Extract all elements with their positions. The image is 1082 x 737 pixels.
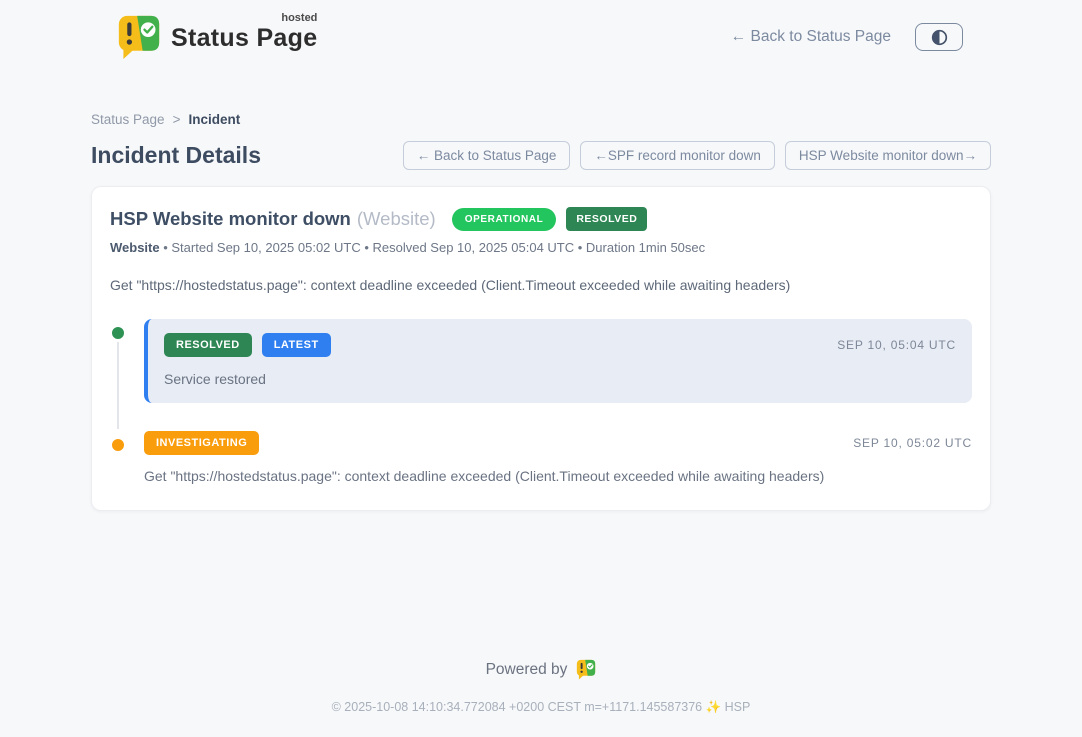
- incident-component: (Website): [357, 208, 436, 230]
- prev-incident-button[interactable]: ←SPF record monitor down: [580, 141, 775, 170]
- incident-card: HSP Website monitor down (Website) OPERA…: [91, 186, 991, 511]
- main-content: Status Page > Incident Incident Details …: [91, 60, 991, 511]
- incident-description: Get "https://hostedstatus.page": context…: [110, 277, 972, 293]
- powered-by-label: Powered by: [486, 661, 568, 679]
- timeline-resolved-badge: RESOLVED: [164, 333, 252, 357]
- timeline-message: Service restored: [164, 371, 956, 387]
- timeline-dot-resolved: [110, 325, 126, 341]
- header: Status Page hosted ← Back to Status Page: [0, 0, 1082, 60]
- timeline-entry-investigating: INVESTIGATING SEP 10, 05:02 UTC Get "htt…: [110, 431, 972, 484]
- timeline-highlight-box: RESOLVED LATEST SEP 10, 05:04 UTC Servic…: [144, 319, 972, 403]
- timeline-timestamp: SEP 10, 05:04 UTC: [837, 338, 956, 352]
- breadcrumb-separator: >: [173, 112, 181, 127]
- breadcrumb-status-page[interactable]: Status Page: [91, 112, 165, 127]
- timeline-latest-badge: LATEST: [262, 333, 331, 357]
- logo-hosted-superscript: hosted: [281, 12, 317, 24]
- resolved-badge: RESOLVED: [566, 207, 647, 231]
- incident-timeline: RESOLVED LATEST SEP 10, 05:04 UTC Servic…: [110, 319, 972, 484]
- header-back-to-status-page-link[interactable]: ← Back to Status Page: [731, 28, 891, 46]
- timeline-entry-resolved: RESOLVED LATEST SEP 10, 05:04 UTC Servic…: [110, 319, 972, 403]
- operational-badge: OPERATIONAL: [452, 208, 557, 231]
- footer: Powered by © 2025-10-08 14:10:34.772084 …: [0, 659, 1082, 737]
- timeline-message: Get "https://hostedstatus.page": context…: [144, 468, 972, 484]
- app-logo[interactable]: Status Page hosted: [117, 14, 317, 60]
- timeline-timestamp: SEP 10, 05:02 UTC: [853, 436, 972, 450]
- status-page-mini-logo-icon[interactable]: [576, 659, 596, 680]
- copyright-text: © 2025-10-08 14:10:34.772084 +0200 CEST …: [0, 700, 1082, 715]
- incident-meta-times: • Started Sep 10, 2025 05:02 UTC • Resol…: [160, 240, 706, 255]
- breadcrumb-incident: Incident: [188, 112, 240, 127]
- incident-meta: Website • Started Sep 10, 2025 05:02 UTC…: [110, 240, 972, 255]
- logo-text: Status Page: [171, 24, 317, 52]
- incident-nav-buttons: ← Back to Status Page ←SPF record monito…: [403, 141, 991, 170]
- incident-meta-component: Website: [110, 240, 160, 255]
- back-to-status-page-button[interactable]: ← Back to Status Page: [403, 141, 571, 170]
- incident-title: HSP Website monitor down: [110, 208, 351, 230]
- breadcrumb: Status Page > Incident: [91, 112, 991, 127]
- timeline-investigating-badge: INVESTIGATING: [144, 431, 259, 455]
- status-page-logo-icon: [117, 14, 161, 60]
- page-title: Incident Details: [91, 142, 261, 169]
- theme-toggle-button[interactable]: [915, 23, 963, 51]
- contrast-half-circle-icon: [931, 29, 948, 46]
- next-incident-button[interactable]: HSP Website monitor down→: [785, 141, 991, 170]
- timeline-dot-investigating: [110, 437, 126, 453]
